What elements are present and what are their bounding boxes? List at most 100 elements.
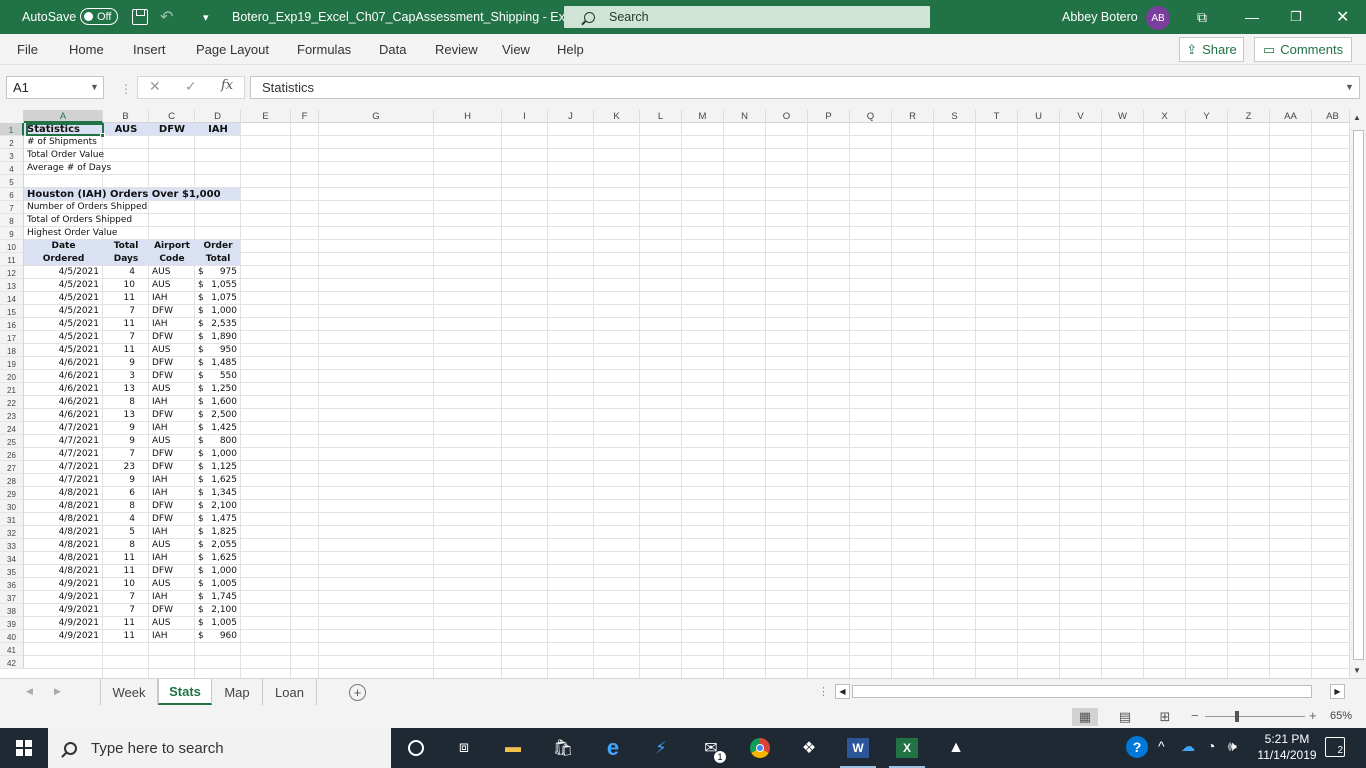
undo-icon[interactable]: ↶ [160,0,173,34]
zoom-slider[interactable] [1205,716,1305,717]
column-header-w[interactable]: W [1102,110,1144,123]
tab-page-layout[interactable]: Page Layout [196,34,269,65]
row-header[interactable]: 25 [0,435,24,448]
wifi-icon[interactable]: ◔ [1207,738,1215,754]
sheet-tab-week[interactable]: Week [100,679,158,705]
splitter-icon[interactable]: ⋮ [818,685,829,698]
row-header[interactable]: 31 [0,513,24,526]
select-all-corner[interactable] [0,110,24,123]
column-header-m[interactable]: M [682,110,724,123]
column-header-j[interactable]: J [548,110,594,123]
row-header[interactable]: 37 [0,591,24,604]
column-header-d[interactable]: D [195,110,241,123]
prev-sheet-icon[interactable]: ◀ [26,686,33,697]
row-header[interactable]: 6 [0,188,24,201]
edge-icon[interactable]: e [598,733,628,763]
row-header[interactable]: 21 [0,383,24,396]
row-header[interactable]: 13 [0,279,24,292]
visual-studio-icon[interactable]: ⚡ [646,733,676,763]
fill-handle[interactable] [100,133,105,138]
row-header[interactable]: 20 [0,370,24,383]
column-header-b[interactable]: B [103,110,149,123]
row-header[interactable]: 29 [0,487,24,500]
zoom-level[interactable]: 65% [1330,710,1352,722]
row-header[interactable]: 40 [0,630,24,643]
row-header[interactable]: 22 [0,396,24,409]
column-header-x[interactable]: X [1144,110,1186,123]
row-header[interactable]: 23 [0,409,24,422]
column-header-i[interactable]: I [502,110,548,123]
horizontal-scrollbar[interactable]: ◀ ▶ [835,684,1345,700]
start-button[interactable] [0,728,48,768]
task-view-icon[interactable]: ⧈ [449,733,479,763]
tab-formulas[interactable]: Formulas [297,34,351,65]
row-header[interactable]: 12 [0,266,24,279]
row-header[interactable]: 35 [0,565,24,578]
column-header-h[interactable]: H [434,110,502,123]
column-header-q[interactable]: Q [850,110,892,123]
column-header-k[interactable]: K [594,110,640,123]
vertical-scroll-thumb[interactable] [1353,130,1364,660]
scroll-down-icon[interactable]: ▼ [1353,666,1361,675]
onedrive-icon[interactable]: ☁ [1181,738,1195,755]
sheet-tab-map[interactable]: Map [212,679,263,705]
clock[interactable]: 5:21 PM 11/14/2019 [1252,731,1322,763]
show-hidden-icons-icon[interactable]: ^ [1158,738,1165,754]
chrome-icon[interactable] [745,733,775,763]
row-header[interactable]: 36 [0,578,24,591]
row-header[interactable]: 38 [0,604,24,617]
row-header[interactable]: 17 [0,331,24,344]
scroll-up-icon[interactable]: ▲ [1353,113,1361,122]
word-icon[interactable]: W [840,733,876,768]
row-header[interactable]: 33 [0,539,24,552]
column-header-aa[interactable]: AA [1270,110,1312,123]
column-header-v[interactable]: V [1060,110,1102,123]
row-header[interactable]: 30 [0,500,24,513]
row-header[interactable]: 26 [0,448,24,461]
row-header[interactable]: 8 [0,214,24,227]
tab-review[interactable]: Review [435,34,478,65]
ribbon-display-options-icon[interactable]: ⧉ [1197,0,1207,34]
search-box[interactable]: Search [564,6,930,28]
column-header-z[interactable]: Z [1228,110,1270,123]
row-header[interactable]: 10 [0,240,24,253]
row-header[interactable]: 24 [0,422,24,435]
column-header-n[interactable]: N [724,110,766,123]
column-header-l[interactable]: L [640,110,682,123]
excel-icon[interactable]: X [889,733,925,768]
sheet-tab-stats[interactable]: Stats [158,679,212,705]
cortana-icon[interactable] [401,733,431,763]
insert-function-icon[interactable]: fx [221,78,233,93]
zoom-slider-thumb[interactable] [1235,711,1239,722]
column-header-e[interactable]: E [241,110,291,123]
zoom-in-icon[interactable]: + [1309,708,1317,723]
column-header-g[interactable]: G [319,110,434,123]
vertical-scrollbar[interactable]: ▲ ▼ [1349,110,1366,678]
expand-formula-bar-icon[interactable]: ▼ [1345,82,1354,92]
row-header[interactable]: 3 [0,149,24,162]
user-name[interactable]: Abbey Botero [1062,0,1138,34]
column-header-p[interactable]: P [808,110,850,123]
avatar[interactable]: AB [1146,6,1170,30]
row-header[interactable]: 15 [0,305,24,318]
row-header[interactable]: 19 [0,357,24,370]
close-icon[interactable]: ✕ [1336,0,1349,34]
worksheet-grid[interactable]: ABCDEFGHIJKLMNOPQRSTUVWXYZAAABAC 1234567… [0,110,1349,678]
row-header[interactable]: 42 [0,656,24,669]
tab-insert[interactable]: Insert [133,34,166,65]
row-header[interactable]: 2 [0,136,24,149]
zoom-out-icon[interactable]: − [1191,708,1199,723]
row-header[interactable]: 5 [0,175,24,188]
restore-icon[interactable]: ❐ [1290,0,1302,34]
sheet-tab-loan[interactable]: Loan [263,679,317,705]
tab-view[interactable]: View [502,34,530,65]
row-header[interactable]: 1 [0,123,24,136]
store-icon[interactable]: 🛍 [548,733,578,763]
column-header-t[interactable]: T [976,110,1018,123]
column-header-ab[interactable]: AB [1312,110,1349,123]
tab-data[interactable]: Data [379,34,406,65]
column-header-c[interactable]: C [149,110,195,123]
row-header[interactable]: 9 [0,227,24,240]
formula-input[interactable]: Statistics [250,76,1360,99]
minimize-icon[interactable]: — [1245,0,1259,34]
